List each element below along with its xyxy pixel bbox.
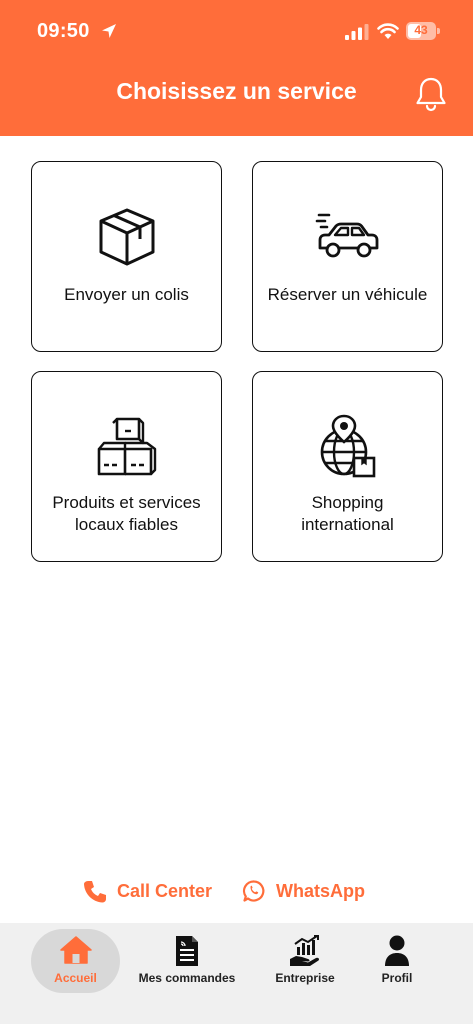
document-icon <box>176 936 198 966</box>
bottom-tab-bar: Accueil Mes commandes Entreprise Profil <box>0 923 473 1024</box>
app-header: 09:50 43 Choisissez un service <box>0 0 473 136</box>
phone-icon <box>84 880 106 902</box>
stacked-boxes-icon <box>97 417 156 476</box>
service-card-send-package[interactable]: Envoyer un colis <box>31 161 222 352</box>
whatsapp-label: WhatsApp <box>276 880 365 901</box>
service-label-line2: international <box>301 515 394 534</box>
service-label: Envoyer un colis <box>64 285 189 304</box>
package-box-icon <box>99 208 154 266</box>
battery-icon: 43 <box>406 22 440 40</box>
service-card-local-products[interactable]: Produits et services locaux fiables <box>31 371 222 562</box>
tab-profil[interactable]: Profil <box>365 923 429 1003</box>
wifi-icon <box>377 23 399 39</box>
tab-accueil[interactable]: Accueil <box>31 923 120 1003</box>
globe-shopping-icon <box>320 414 375 478</box>
car-icon <box>315 213 378 258</box>
battery-level: 43 <box>414 23 428 37</box>
person-icon <box>385 935 409 966</box>
location-arrow-icon <box>102 24 116 38</box>
page-title: Choisissez un service <box>116 78 357 104</box>
service-label: Réserver un véhicule <box>267 285 428 304</box>
bell-icon[interactable] <box>414 76 448 112</box>
whatsapp-link[interactable]: WhatsApp <box>242 876 365 906</box>
service-label-line1: Shopping <box>311 493 384 512</box>
tab-label: Accueil <box>54 971 97 985</box>
service-card-international-shopping[interactable]: Shopping international <box>252 371 443 562</box>
service-card-book-vehicle[interactable]: Réserver un véhicule <box>252 161 443 352</box>
signal-icon <box>345 24 369 40</box>
service-label-line1: Produits et services <box>52 493 201 512</box>
whatsapp-icon <box>243 880 265 902</box>
tab-label: Entreprise <box>275 971 335 985</box>
service-label-line2: locaux fiables <box>74 515 178 534</box>
tab-label: Mes commandes <box>138 971 236 985</box>
status-time: 09:50 <box>37 20 90 42</box>
tab-label: Profil <box>381 971 413 985</box>
tab-mes-commandes[interactable]: Mes commandes <box>132 923 242 1003</box>
status-bar: 09:50 43 <box>0 0 473 62</box>
tab-entreprise[interactable]: Entreprise <box>265 923 345 1003</box>
call-center-label: Call Center <box>117 880 213 901</box>
home-icon <box>59 936 92 964</box>
call-center-link[interactable]: Call Center <box>82 876 212 906</box>
business-chart-icon <box>290 935 320 966</box>
